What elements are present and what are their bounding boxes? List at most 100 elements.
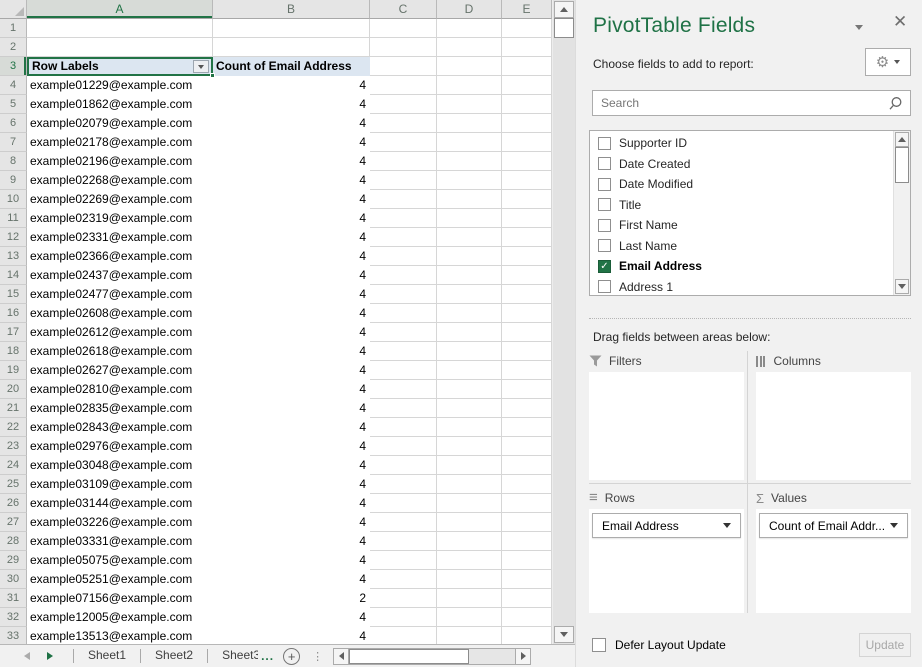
cell-B15-count[interactable]: 4 <box>213 285 370 304</box>
cell-A33-email[interactable]: example13513@example.com <box>27 627 213 644</box>
area-field-pill[interactable]: Email Address <box>592 513 741 538</box>
cell-D11[interactable] <box>437 209 502 228</box>
cell-C1[interactable] <box>370 19 437 38</box>
column-header-C[interactable]: C <box>370 0 437 19</box>
sheet-tab-overflow[interactable]: ... <box>261 649 274 663</box>
row-header-30[interactable]: 30 <box>0 570 27 589</box>
cell-C16[interactable] <box>370 304 437 323</box>
field-checkbox[interactable] <box>598 157 611 170</box>
row-header-22[interactable]: 22 <box>0 418 27 437</box>
cell-A19-email[interactable]: example02627@example.com <box>27 361 213 380</box>
cell-B26-count[interactable]: 4 <box>213 494 370 513</box>
row-header-10[interactable]: 10 <box>0 190 27 209</box>
scroll-down-button[interactable] <box>554 626 574 643</box>
cell-A15-email[interactable]: example02477@example.com <box>27 285 213 304</box>
cell-B11-count[interactable]: 4 <box>213 209 370 228</box>
cell-D27[interactable] <box>437 513 502 532</box>
cell-D4[interactable] <box>437 76 502 95</box>
cell-E14[interactable] <box>502 266 552 285</box>
cell-E5[interactable] <box>502 95 552 114</box>
cell-B25-count[interactable]: 4 <box>213 475 370 494</box>
sheet-nav-next-icon[interactable] <box>47 652 53 660</box>
row-header-29[interactable]: 29 <box>0 551 27 570</box>
cell-C22[interactable] <box>370 418 437 437</box>
cell-E18[interactable] <box>502 342 552 361</box>
cell-A11-email[interactable]: example02319@example.com <box>27 209 213 228</box>
cell-D23[interactable] <box>437 437 502 456</box>
sheet-nav-prev-icon[interactable] <box>24 652 30 660</box>
cell-A24-email[interactable]: example03048@example.com <box>27 456 213 475</box>
cell-E17[interactable] <box>502 323 552 342</box>
row-header-21[interactable]: 21 <box>0 399 27 418</box>
cell-A27-email[interactable]: example03226@example.com <box>27 513 213 532</box>
cell-C3[interactable] <box>370 57 437 76</box>
cell-E31[interactable] <box>502 589 552 608</box>
cell-B5-count[interactable]: 4 <box>213 95 370 114</box>
cell-D14[interactable] <box>437 266 502 285</box>
field-item-last-name[interactable]: Last Name <box>590 236 892 257</box>
cell-C10[interactable] <box>370 190 437 209</box>
cell-C28[interactable] <box>370 532 437 551</box>
cell-B27-count[interactable]: 4 <box>213 513 370 532</box>
cell-D29[interactable] <box>437 551 502 570</box>
cell-D22[interactable] <box>437 418 502 437</box>
cell-D24[interactable] <box>437 456 502 475</box>
rows-dropzone[interactable]: Email Address <box>589 509 744 613</box>
cell-B21-count[interactable]: 4 <box>213 399 370 418</box>
row-header-1[interactable]: 1 <box>0 19 27 38</box>
cell-B16-count[interactable]: 4 <box>213 304 370 323</box>
cell-A30-email[interactable]: example05251@example.com <box>27 570 213 589</box>
cell-E16[interactable] <box>502 304 552 323</box>
cell-B8-count[interactable]: 4 <box>213 152 370 171</box>
cell-E2[interactable] <box>502 38 552 57</box>
cell-A25-email[interactable]: example03109@example.com <box>27 475 213 494</box>
cell-D26[interactable] <box>437 494 502 513</box>
cell-A10-email[interactable]: example02269@example.com <box>27 190 213 209</box>
cell-A6-email[interactable]: example02079@example.com <box>27 114 213 133</box>
cell-E20[interactable] <box>502 380 552 399</box>
cell-A9-email[interactable]: example02268@example.com <box>27 171 213 190</box>
cell-B24-count[interactable]: 4 <box>213 456 370 475</box>
cell-C26[interactable] <box>370 494 437 513</box>
row-header-33[interactable]: 33 <box>0 627 27 644</box>
cell-B33-count[interactable]: 4 <box>213 627 370 644</box>
row-header-20[interactable]: 20 <box>0 380 27 399</box>
cell-D12[interactable] <box>437 228 502 247</box>
row-header-2[interactable]: 2 <box>0 38 27 57</box>
sheet-tab-sheet2[interactable]: Sheet2 <box>141 645 207 667</box>
columns-dropzone[interactable] <box>756 372 911 480</box>
column-header-B[interactable]: B <box>213 0 370 19</box>
cell-D30[interactable] <box>437 570 502 589</box>
cell-C13[interactable] <box>370 247 437 266</box>
field-scroll-up-button[interactable] <box>895 132 909 147</box>
cell-A17-email[interactable]: example02612@example.com <box>27 323 213 342</box>
row-labels-filter-button[interactable] <box>193 60 209 73</box>
row-header-5[interactable]: 5 <box>0 95 27 114</box>
cell-D25[interactable] <box>437 475 502 494</box>
row-header-17[interactable]: 17 <box>0 323 27 342</box>
field-checkbox[interactable] <box>598 137 611 150</box>
cell-A5-email[interactable]: example01862@example.com <box>27 95 213 114</box>
cell-B7-count[interactable]: 4 <box>213 133 370 152</box>
cell-A13-email[interactable]: example02366@example.com <box>27 247 213 266</box>
selection-fill-handle[interactable] <box>210 73 215 78</box>
cell-C6[interactable] <box>370 114 437 133</box>
field-item-address-1[interactable]: Address 1 <box>590 277 892 296</box>
cell-B29-count[interactable]: 4 <box>213 551 370 570</box>
cell-B10-count[interactable]: 4 <box>213 190 370 209</box>
cell-A14-email[interactable]: example02437@example.com <box>27 266 213 285</box>
row-header-19[interactable]: 19 <box>0 361 27 380</box>
cell-B12-count[interactable]: 4 <box>213 228 370 247</box>
cell-A32-email[interactable]: example12005@example.com <box>27 608 213 627</box>
cell-B20-count[interactable]: 4 <box>213 380 370 399</box>
cell-C24[interactable] <box>370 456 437 475</box>
cell-D18[interactable] <box>437 342 502 361</box>
cell-C5[interactable] <box>370 95 437 114</box>
cell-C17[interactable] <box>370 323 437 342</box>
cell-B30-count[interactable]: 4 <box>213 570 370 589</box>
cell-C33[interactable] <box>370 627 437 644</box>
cell-E7[interactable] <box>502 133 552 152</box>
cell-D21[interactable] <box>437 399 502 418</box>
cell-A31-email[interactable]: example07156@example.com <box>27 589 213 608</box>
field-item-first-name[interactable]: First Name <box>590 215 892 236</box>
